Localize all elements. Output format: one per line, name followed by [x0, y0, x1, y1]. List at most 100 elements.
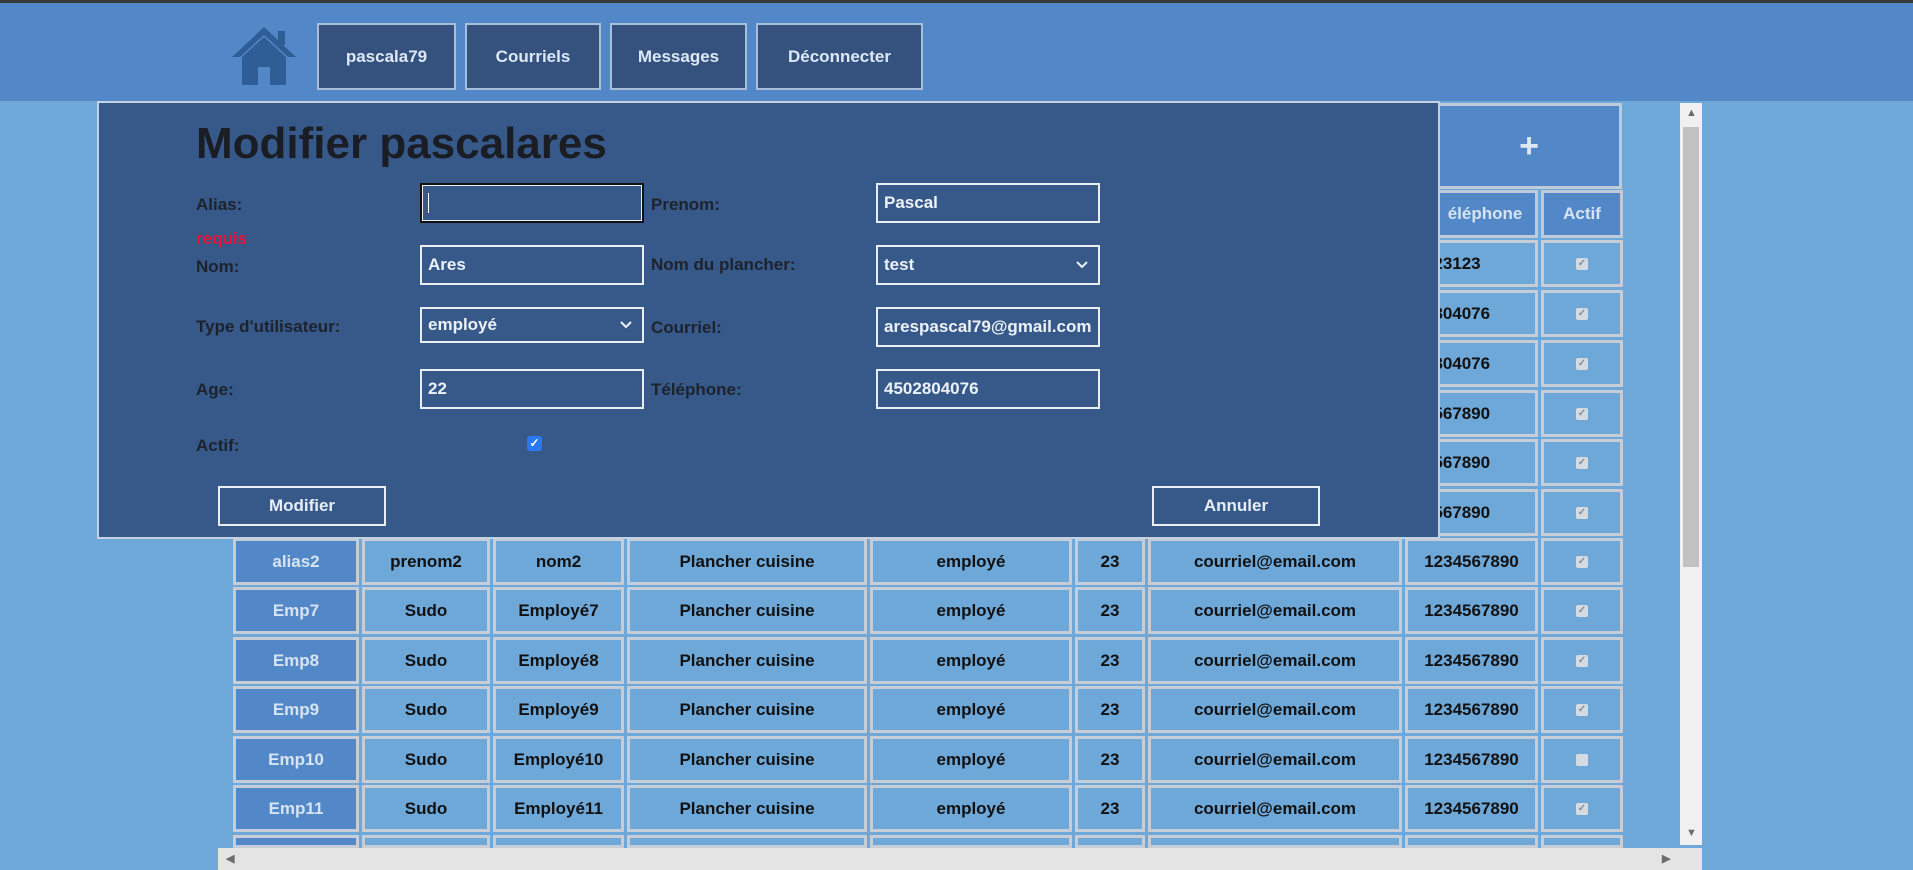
telephone-cell: 1234567890	[1405, 538, 1538, 585]
home-icon[interactable]	[230, 25, 298, 87]
type-label: Type d'utilisateur:	[196, 317, 341, 336]
plancher-cell: Plancher cuisine	[627, 587, 867, 634]
table-row-cut	[362, 835, 490, 848]
actif-checkbox[interactable]: ✓	[1576, 802, 1588, 815]
type-value: employé	[428, 315, 497, 334]
emails-button[interactable]: Courriels	[465, 23, 601, 90]
alias-cell[interactable]: alias2	[233, 538, 359, 585]
prenom-cell: Sudo	[362, 785, 490, 832]
courriel-cell: courriel@email.com	[1148, 736, 1402, 783]
table-row-cut	[1541, 835, 1623, 848]
scroll-right-icon[interactable]: ▶	[1662, 852, 1670, 865]
actif-checkbox[interactable]: ✓	[1576, 654, 1588, 667]
actif-checkbox[interactable]: ✓	[1576, 307, 1588, 320]
age-cell: 23	[1075, 538, 1145, 585]
chevron-down-icon	[1076, 261, 1088, 269]
age-cell: 23	[1075, 736, 1145, 783]
actif-cell: ✓	[1541, 390, 1623, 437]
plancher-cell: Plancher cuisine	[627, 736, 867, 783]
scroll-up-icon[interactable]: ▲	[1686, 107, 1697, 119]
plancher-cell: Plancher cuisine	[627, 785, 867, 832]
nom-cell: Employé11	[493, 785, 624, 832]
prenom-cell: Sudo	[362, 637, 490, 684]
scroll-left-icon[interactable]: ◀	[226, 852, 234, 865]
vertical-scrollbar[interactable]: ▲ ▼	[1680, 103, 1702, 845]
scroll-thumb[interactable]	[1683, 127, 1699, 567]
user-button[interactable]: pascala79	[317, 23, 456, 90]
prenom-input[interactable]: Pascal	[876, 183, 1100, 223]
courriel-label: Courriel:	[651, 318, 722, 337]
cancel-button[interactable]: Annuler	[1152, 486, 1320, 526]
table-row-cut	[233, 835, 359, 848]
courriel-input[interactable]: arespascal79@gmail.com	[876, 307, 1100, 347]
logout-button[interactable]: Déconnecter	[756, 23, 923, 90]
alias-input[interactable]	[420, 183, 644, 223]
prenom-cell: prenom2	[362, 538, 490, 585]
navbar: pascala79 Courriels Messages Déconnecter	[0, 3, 1913, 101]
prenom-cell: Sudo	[362, 736, 490, 783]
actif-checkbox[interactable]: ✓	[1576, 456, 1588, 469]
prenom-label: Prenom:	[651, 195, 720, 214]
actif-checkbox[interactable]	[1576, 753, 1588, 766]
age-label: Age:	[196, 380, 234, 399]
telephone-label: Téléphone:	[651, 380, 742, 399]
type-cell: employé	[870, 736, 1072, 783]
actif-checkbox[interactable]: ✓	[1576, 604, 1588, 617]
plancher-cell: Plancher cuisine	[627, 538, 867, 585]
alias-cell[interactable]: Emp7	[233, 587, 359, 634]
header-telephone[interactable]: éléphone	[1432, 190, 1538, 238]
actif-checkbox[interactable]: ✓	[1576, 703, 1588, 716]
actif-checkbox[interactable]: ✓	[1576, 506, 1588, 519]
add-user-button[interactable]: +	[1436, 103, 1622, 189]
actif-cell	[1541, 736, 1623, 783]
actif-checkbox[interactable]: ✓	[1576, 257, 1588, 270]
telephone-cell: 1234567890	[1405, 785, 1538, 832]
type-cell: employé	[870, 587, 1072, 634]
actif-cell: ✓	[1541, 489, 1623, 536]
type-select[interactable]: employé	[420, 307, 644, 343]
type-cell: employé	[870, 785, 1072, 832]
nom-cell: Employé8	[493, 637, 624, 684]
actif-cell: ✓	[1541, 686, 1623, 733]
actif-cell: ✓	[1541, 587, 1623, 634]
telephone-cell: 1234567890	[1405, 736, 1538, 783]
actif-cell: ✓	[1541, 538, 1623, 585]
actif-cell: ✓	[1541, 290, 1623, 337]
age-cell: 23	[1075, 587, 1145, 634]
age-cell: 23	[1075, 637, 1145, 684]
scroll-down-icon[interactable]: ▼	[1686, 827, 1697, 839]
prenom-cell: Sudo	[362, 686, 490, 733]
actif-cell: ✓	[1541, 439, 1623, 486]
nom-input[interactable]: Ares	[420, 245, 644, 285]
nom-cell: Employé9	[493, 686, 624, 733]
table-row-cut	[1405, 835, 1538, 848]
actif-checkbox[interactable]: ✓	[1576, 357, 1588, 370]
age-cell: 23	[1075, 686, 1145, 733]
alias-cell[interactable]: Emp8	[233, 637, 359, 684]
age-input[interactable]: 22	[420, 369, 644, 409]
actif-cell: ✓	[1541, 240, 1623, 287]
actif-checkbox[interactable]: ✓	[527, 436, 542, 451]
header-actif[interactable]: Actif	[1541, 190, 1623, 238]
nom-label: Nom:	[196, 257, 240, 276]
alias-cell[interactable]: Emp10	[233, 736, 359, 783]
table-row-cut	[1148, 835, 1402, 848]
plancher-label: Nom du plancher:	[651, 255, 796, 274]
modify-button[interactable]: Modifier	[218, 486, 386, 526]
nom-cell: nom2	[493, 538, 624, 585]
table-row-cut	[493, 835, 624, 848]
edit-user-dialog: Modifier pascalares Alias: requis Prenom…	[97, 101, 1440, 539]
telephone-cell: 1234567890	[1405, 637, 1538, 684]
actif-checkbox[interactable]: ✓	[1576, 407, 1588, 420]
alias-cell[interactable]: Emp11	[233, 785, 359, 832]
type-cell: employé	[870, 686, 1072, 733]
telephone-input[interactable]: 4502804076	[876, 369, 1100, 409]
courriel-cell: courriel@email.com	[1148, 587, 1402, 634]
plancher-select[interactable]: test	[876, 245, 1100, 285]
alias-label: Alias:	[196, 195, 243, 214]
messages-button[interactable]: Messages	[610, 23, 747, 90]
alias-cell[interactable]: Emp9	[233, 686, 359, 733]
actif-checkbox[interactable]: ✓	[1576, 555, 1588, 568]
plancher-cell: Plancher cuisine	[627, 686, 867, 733]
horizontal-scrollbar[interactable]: ◀ ▶	[218, 848, 1702, 870]
